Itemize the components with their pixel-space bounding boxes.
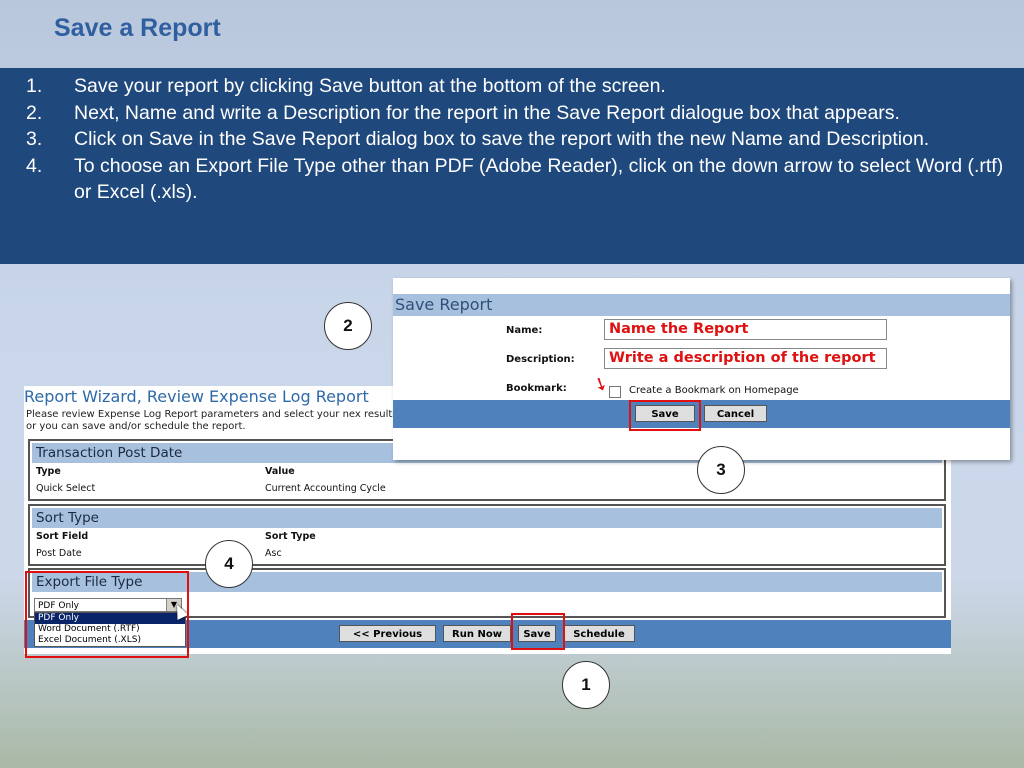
wizard-title: Report Wizard, Review Expense Log Report	[24, 387, 369, 406]
callout-1: 1	[562, 661, 610, 709]
save-report-dialog: Save Report Name: Name the Report Descri…	[393, 278, 1010, 460]
schedule-button[interactable]: Schedule	[563, 625, 635, 642]
step-number: 1.	[26, 75, 43, 97]
step-number: 4.	[26, 154, 43, 177]
column-header: Type	[36, 466, 61, 477]
name-input[interactable]: Name the Report	[604, 319, 887, 340]
cell-value: Quick Select	[36, 483, 96, 494]
step-number: 2.	[26, 101, 43, 124]
dialog-button-bar: Save Cancel	[393, 400, 1010, 428]
step-text: To choose an Export File Type other than…	[74, 154, 1004, 204]
callout-4: 4	[205, 540, 253, 588]
step-item: 4. To choose an Export File Type other th…	[26, 153, 1004, 206]
callout-2: 2	[324, 302, 372, 350]
callout-3: 3	[697, 446, 745, 494]
slide-title: Save a Report	[54, 14, 221, 42]
export-highlight-box	[25, 571, 189, 658]
previous-button[interactable]: << Previous	[339, 625, 436, 642]
section-header-row: Sort Field Sort Type	[30, 528, 944, 545]
wizard-description: Please review Expense Log Report paramet…	[26, 409, 401, 432]
step-number: 3.	[26, 128, 43, 150]
step-text: Save your report by clicking Save button…	[74, 75, 666, 97]
name-label: Name:	[506, 325, 543, 336]
steps-list: 1. Save your report by clicking Save butt…	[26, 73, 1004, 206]
step-item: 2. Next, Name and write a Description for…	[26, 100, 1004, 127]
column-header: Value	[265, 466, 295, 477]
bookmark-label: Bookmark:	[506, 383, 567, 394]
dialog-cancel-button[interactable]: Cancel	[704, 405, 767, 422]
bookmark-checkbox[interactable]	[609, 386, 621, 398]
cell-value: Current Accounting Cycle	[265, 483, 386, 494]
description-label: Description:	[506, 354, 575, 365]
dialog-title: Save Report	[393, 294, 1010, 316]
step-text: Click on Save in the Save Report dialog …	[74, 128, 930, 150]
dialog-save-highlight-box	[629, 400, 701, 431]
column-header: Sort Field	[36, 531, 89, 542]
description-input[interactable]: Write a description of the report	[604, 348, 887, 369]
cell-value: Asc	[265, 548, 282, 559]
step-item: 3. Click on Save in the Save Report dialo…	[26, 126, 1004, 153]
section-header-row: Type Value	[30, 463, 944, 480]
run-now-button[interactable]: Run Now	[443, 625, 511, 642]
section-value-row: Post Date Asc	[30, 545, 944, 562]
section-value-row: Quick Select Current Accounting Cycle	[30, 480, 944, 497]
section-sort-type: Sort Type Sort Field Sort Type Post Date…	[28, 504, 946, 566]
step-text: Next, Name and write a Description for t…	[74, 101, 900, 124]
cell-value: Post Date	[36, 548, 82, 559]
section-title: Sort Type	[32, 508, 942, 528]
instructions-panel: 1. Save your report by clicking Save butt…	[0, 68, 1024, 264]
column-header: Sort Type	[265, 531, 316, 542]
save-highlight-box	[511, 613, 565, 650]
step-item: 1. Save your report by clicking Save butt…	[26, 73, 1004, 100]
bookmark-checkbox-label: Create a Bookmark on Homepage	[629, 385, 799, 396]
